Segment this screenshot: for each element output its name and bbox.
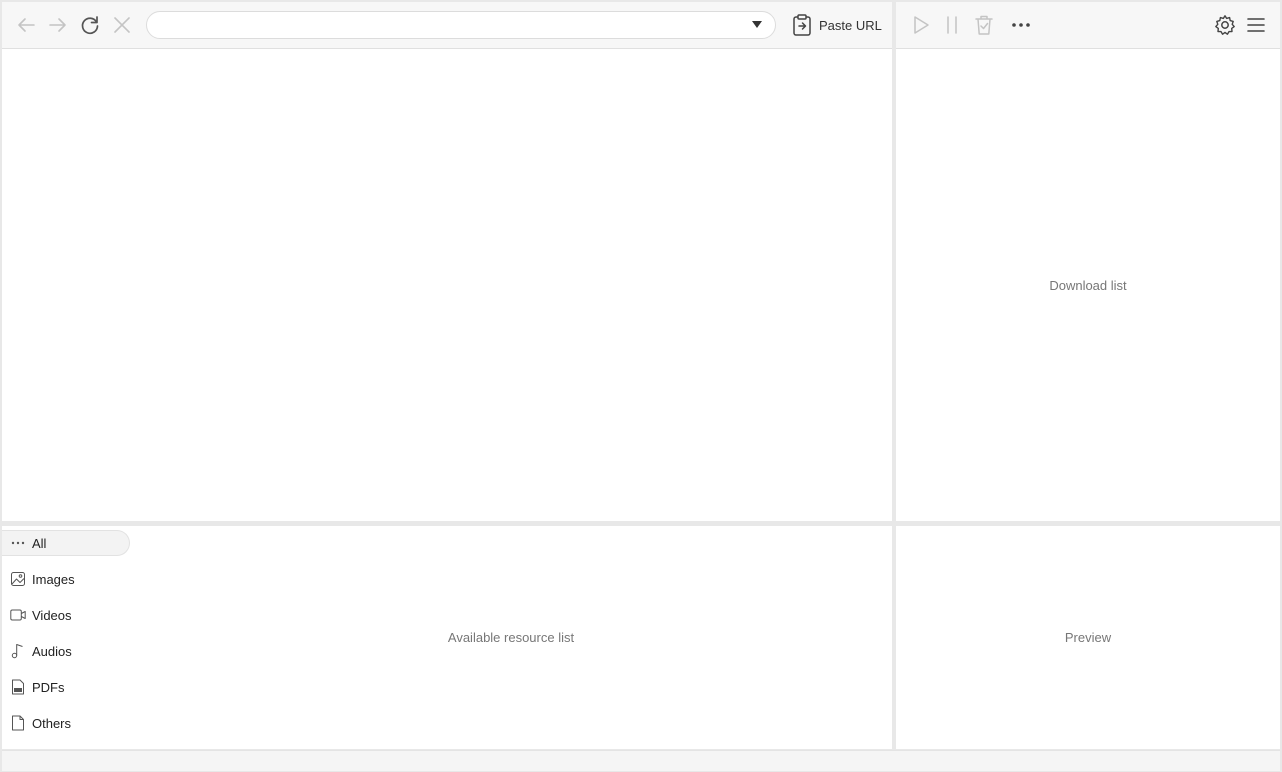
reload-icon [81,16,99,35]
back-button[interactable] [14,13,38,37]
image-icon [10,571,26,587]
paste-url-button[interactable]: Paste URL [792,13,882,37]
category-label: Images [32,571,75,587]
stop-button[interactable] [110,13,134,37]
web-view[interactable] [2,49,892,521]
gear-icon [1215,15,1235,35]
preview-panel: Preview [896,526,1280,749]
download-toolbar [896,2,1280,49]
arrow-left-icon [18,18,35,32]
more-dots-icon [10,535,26,551]
file-icon [10,715,26,731]
video-icon [10,607,26,623]
category-pdfs[interactable]: PDFs [2,674,130,700]
category-label: Videos [32,607,72,623]
browser-toolbar: Paste URL [2,2,892,49]
close-icon [114,17,130,33]
settings-button[interactable] [1213,13,1237,37]
category-label: Others [32,715,72,731]
trash-check-icon [975,15,993,35]
category-label: PDFs [32,679,65,695]
clipboard-icon [793,14,811,36]
status-bar [2,750,1280,771]
preview-placeholder: Preview [1064,630,1112,645]
url-bar[interactable] [146,11,776,39]
start-download-button[interactable] [909,13,933,37]
paste-url-label: Paste URL [819,17,882,33]
url-input[interactable] [159,15,743,37]
download-list-panel: Download list [896,49,1280,521]
hamburger-menu-icon [1247,18,1265,32]
arrow-right-icon [49,18,66,32]
clear-completed-button[interactable] [972,13,996,37]
more-dots-icon [1012,23,1030,27]
reload-button[interactable] [78,13,102,37]
pdf-icon [10,679,26,695]
category-videos[interactable]: Videos [2,602,130,628]
pause-download-button[interactable] [940,13,964,37]
pause-icon [947,16,957,34]
music-note-icon [10,643,26,659]
category-all[interactable]: All [2,530,130,556]
resource-list-placeholder: Available resource list [447,630,575,645]
menu-button[interactable] [1244,13,1268,37]
play-icon [914,16,929,34]
resource-list: Available resource list [130,526,892,749]
category-audios[interactable]: Audios [2,638,130,664]
category-label: Audios [32,643,72,659]
category-others[interactable]: Others [2,710,130,736]
forward-button[interactable] [46,13,70,37]
category-list: All Images Videos Audios PDFs Others [2,530,130,746]
more-options-button[interactable] [1009,13,1033,37]
triangle-down-icon[interactable] [751,20,763,30]
category-images[interactable]: Images [2,566,130,592]
app-window: Paste URL Download list All Images Video… [0,0,1282,772]
resource-panel: All Images Videos Audios PDFs Others Ava… [2,526,892,749]
category-label: All [32,535,47,551]
download-list-placeholder: Download list [1049,277,1127,293]
